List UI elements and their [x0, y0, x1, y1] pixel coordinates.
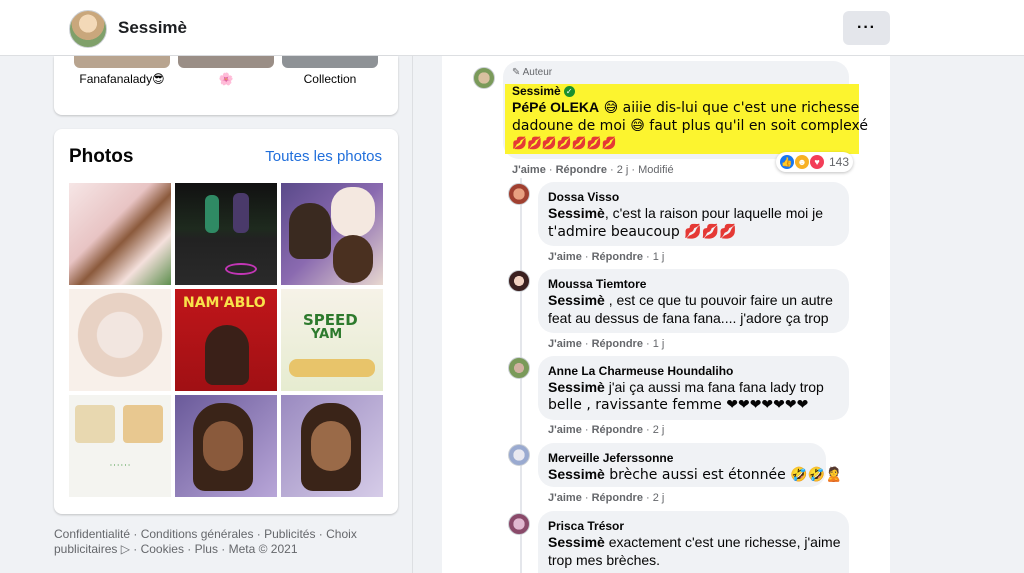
reply-link[interactable]: Répondre: [592, 424, 643, 436]
comment-time[interactable]: 1 j: [653, 251, 665, 263]
photos-card: Photos Toutes les photos NAM'ABLO SPEED …: [54, 129, 398, 514]
comment-author-name[interactable]: Sessimè: [512, 84, 561, 98]
reaction-count: 143: [829, 155, 850, 169]
comment-author-name[interactable]: Dossa Visso: [548, 190, 619, 204]
main-comment-line-2: dadoune de moi 😅 faut plus qu'il en soit…: [512, 118, 868, 134]
main-comment-line-1: PéPé OLEKA 😅 aiiie dis-lui que c'est une…: [512, 99, 860, 116]
footer-links: Confidentialité · Conditions générales ·…: [54, 527, 384, 557]
featured-thumb-3[interactable]: [282, 56, 378, 68]
main-comment-author: Sessimè ✓: [512, 84, 575, 98]
main-comment-actions: J'aime · Répondre · 2 j · Modifié: [512, 164, 674, 176]
reaction-summary[interactable]: 👍 ☻ ♥ 143: [776, 152, 854, 172]
reply-text-line-1: Sessimè , est ce que tu pouvoir faire un…: [548, 292, 833, 308]
like-link[interactable]: J'aime: [548, 492, 582, 504]
reply-text-line-2: belle , ravissante femme ❤❤❤❤❤❤❤: [548, 397, 809, 413]
reply-link[interactable]: Répondre: [592, 492, 643, 504]
reply-actions: J'aime · Répondre · 2 j: [548, 424, 665, 436]
reply-text-line-1: Sessimè, c'est la raison pour laquelle m…: [548, 205, 824, 221]
column-divider: [412, 56, 413, 573]
reply-link[interactable]: Répondre: [592, 251, 643, 263]
reply-text-line-2: t'admire beaucoup 💋💋💋: [548, 224, 737, 240]
photos-title: Photos: [69, 146, 134, 167]
reply-actions: J'aime · Répondre · 1 j: [548, 251, 665, 263]
reply-text-line-1: Sessimè brèche aussi est étonnée 🤣🤣🙎: [548, 466, 843, 483]
footer-line-1[interactable]: Confidentialité · Conditions générales ·…: [54, 527, 384, 542]
mention-link[interactable]: Sessimè: [548, 379, 605, 395]
mention-link[interactable]: Sessimè: [548, 292, 605, 308]
photo-thumbnail[interactable]: · · · · · ·: [69, 395, 171, 497]
verified-badge-icon: ✓: [563, 85, 575, 97]
comment-time[interactable]: 1 j: [653, 338, 665, 350]
like-link[interactable]: J'aime: [548, 424, 582, 436]
pencil-icon: ✎: [512, 67, 521, 78]
comment-author-name[interactable]: Prisca Trésor: [548, 519, 624, 533]
love-reaction-icon: ♥: [810, 155, 824, 169]
profile-avatar[interactable]: [69, 10, 107, 48]
mention-link[interactable]: Sessimè: [548, 466, 605, 482]
photo-thumbnail[interactable]: NAM'ABLO: [175, 289, 277, 391]
photo-thumbnail[interactable]: [175, 395, 277, 497]
reply-text-line-1: Sessimè j'ai ça aussi ma fana fana lady …: [548, 379, 824, 395]
photo-thumbnail[interactable]: [69, 289, 171, 391]
like-link[interactable]: J'aime: [548, 251, 582, 263]
comment-author-name[interactable]: Moussa Tiemtore: [548, 277, 646, 291]
main-comment-kisses: 💋💋💋💋💋💋💋: [512, 136, 617, 150]
reply-actions: J'aime · Répondre · 2 j: [548, 492, 665, 504]
comment-author-name[interactable]: Anne La Charmeuse Houndaliho: [548, 364, 733, 378]
mention-link[interactable]: PéPé OLEKA: [512, 99, 599, 115]
comment-time[interactable]: 2 j: [617, 164, 629, 176]
like-reaction-icon: 👍: [780, 155, 794, 169]
author-avatar[interactable]: [473, 67, 495, 89]
mention-link[interactable]: Sessimè: [548, 205, 605, 221]
photo-thumbnail[interactable]: [281, 183, 383, 285]
commenter-avatar[interactable]: [508, 270, 530, 292]
see-all-photos-link[interactable]: Toutes les photos: [265, 148, 382, 165]
haha-reaction-icon: ☻: [795, 155, 809, 169]
featured-label-2[interactable]: 🌸: [178, 72, 274, 86]
commenter-avatar[interactable]: [508, 444, 530, 466]
photo-thumbnail[interactable]: SPEED YAM: [281, 289, 383, 391]
reply-actions: J'aime · Répondre · 1 j: [548, 338, 665, 350]
photo-thumbnail[interactable]: [281, 395, 383, 497]
reply-text-line-2: feat au dessus de fana fana.... j'adore …: [548, 310, 829, 326]
reply-link[interactable]: Répondre: [592, 338, 643, 350]
comment-time[interactable]: 2 j: [653, 424, 665, 436]
footer-line-2[interactable]: publicitaires ▷ · Cookies · Plus · Meta …: [54, 542, 384, 557]
comment-author-name[interactable]: Merveille Jeferssonne: [548, 451, 673, 465]
featured-label-1[interactable]: Fanafanalady😎: [74, 72, 170, 86]
mention-link[interactable]: Sessimè: [548, 534, 605, 550]
author-badge: ✎ Auteur: [512, 67, 553, 78]
like-link[interactable]: J'aime: [512, 164, 546, 176]
featured-label-3[interactable]: Collection: [282, 72, 378, 86]
commenter-avatar[interactable]: [508, 183, 530, 205]
photo-thumbnail[interactable]: [175, 183, 277, 285]
commenter-avatar[interactable]: [508, 357, 530, 379]
reply-link[interactable]: Répondre: [556, 164, 607, 176]
like-link[interactable]: J'aime: [548, 338, 582, 350]
reply-text-line-2: trop mes brèches.: [548, 552, 661, 568]
reply-text-line-1: Sessimè exactement c'est une richesse, j…: [548, 534, 841, 550]
edited-label: Modifié: [638, 164, 674, 176]
commenter-avatar[interactable]: [508, 513, 530, 535]
profile-header-bar: Sessimè ···: [0, 0, 1024, 56]
featured-card: Fanafanalady😎 🌸 Collection: [54, 56, 398, 115]
comment-time[interactable]: 2 j: [653, 492, 665, 504]
photo-thumbnail[interactable]: [69, 183, 171, 285]
more-options-button[interactable]: ···: [843, 11, 890, 45]
featured-thumb-1[interactable]: [74, 56, 170, 68]
featured-thumb-2[interactable]: [178, 56, 274, 68]
profile-name[interactable]: Sessimè: [118, 18, 187, 38]
